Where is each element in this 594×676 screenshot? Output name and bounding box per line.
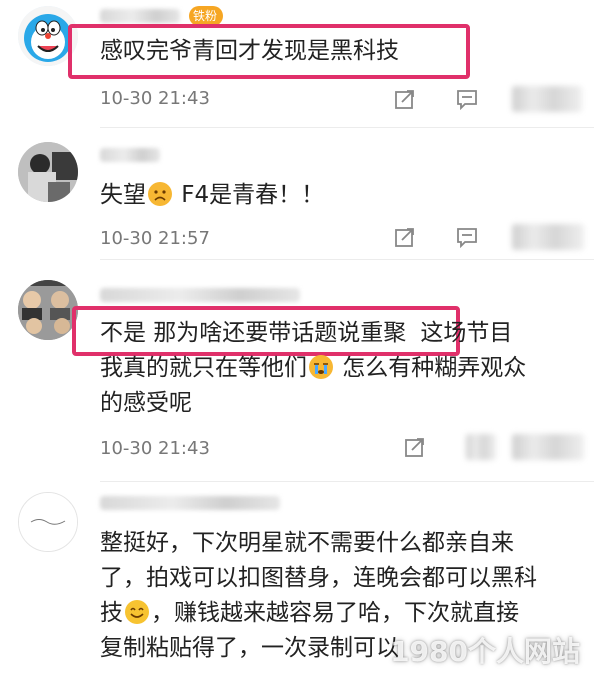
disappointed-emoji-icon bbox=[148, 182, 172, 206]
comment-text: 感叹完爷青回才发现是黑科技 bbox=[100, 38, 399, 64]
comment-count-blurred[interactable] bbox=[466, 434, 496, 460]
comment-icon[interactable] bbox=[456, 88, 478, 110]
comment-text-part: 我真的就只在等他们 bbox=[100, 355, 307, 381]
comment-line: 了，拍戏可以扣图替身，连晚会都可以黑科 bbox=[100, 565, 537, 591]
forward-icon[interactable] bbox=[394, 226, 416, 248]
comment-icon[interactable] bbox=[456, 226, 478, 248]
forward-icon[interactable] bbox=[404, 436, 426, 458]
comment-text-part: 不是 那为啥还要带话题说重聚 bbox=[100, 320, 407, 346]
comment-time: 10-30 21:57 bbox=[100, 228, 210, 249]
username-blurred[interactable] bbox=[100, 9, 180, 23]
comment-text-part: 怎么有种糊弄观众 bbox=[335, 355, 527, 381]
comment-text: 失望 F4是青春！！ bbox=[100, 178, 570, 213]
comment-text-part: F4是青春！！ bbox=[174, 182, 325, 208]
photo-avatar-icon bbox=[18, 142, 78, 202]
comment-1: 铁粉 感叹完爷青回才发现是黑科技 10-30 21:43 bbox=[0, 0, 594, 128]
like-count-blurred[interactable] bbox=[512, 86, 582, 112]
avatar[interactable] bbox=[18, 142, 78, 202]
crying-emoji-icon bbox=[309, 355, 333, 379]
comment-text: 不是 那为啥还要带话题说重聚 这场节目 我真的就只在等他们 怎么有种糊弄观众 的感… bbox=[100, 316, 570, 421]
watermark: 1980个人网站 bbox=[390, 635, 580, 668]
comment-3: 不是 那为啥还要带话题说重聚 这场节目 我真的就只在等他们 怎么有种糊弄观众 的感… bbox=[0, 260, 594, 482]
like-count-blurred[interactable] bbox=[512, 434, 584, 460]
like-count-blurred[interactable] bbox=[512, 224, 584, 250]
comment-2: 失望 F4是青春！！ 10-30 21:57 bbox=[0, 128, 594, 260]
comment-line: 的感受呢 bbox=[100, 390, 192, 416]
group-photo-avatar-icon bbox=[18, 280, 78, 340]
comment-line: 整挺好，下次明星就不需要什么都亲自来 bbox=[100, 530, 514, 556]
comment-text-part: 这场节目 bbox=[420, 320, 513, 346]
avatar[interactable] bbox=[18, 280, 78, 340]
comment-line: 技 ，赚钱越来越容易了哈，下次就直接 bbox=[100, 596, 570, 631]
comment-text-part: 技 bbox=[100, 600, 123, 626]
username-blurred[interactable] bbox=[100, 288, 300, 302]
comment-line: 我真的就只在等他们 怎么有种糊弄观众 bbox=[100, 351, 570, 386]
comment-text-part: ，赚钱越来越容易了哈，下次就直接 bbox=[151, 600, 519, 626]
smile-emoji-icon bbox=[125, 600, 149, 624]
avatar[interactable] bbox=[18, 492, 78, 552]
comment-text-part: 失望 bbox=[100, 182, 146, 208]
text-avatar-icon bbox=[19, 493, 77, 551]
comment-line: 不是 那为啥还要带话题说重聚 这场节目 bbox=[100, 316, 570, 351]
forward-icon[interactable] bbox=[394, 88, 416, 110]
fan-badge: 铁粉 bbox=[189, 6, 224, 26]
comment-4: 整挺好，下次明星就不需要什么都亲自来 了，拍戏可以扣图替身，连晚会都可以黑科 技… bbox=[0, 482, 594, 676]
username-blurred[interactable] bbox=[100, 148, 160, 162]
comment-time: 10-30 21:43 bbox=[100, 88, 210, 109]
username-blurred[interactable] bbox=[100, 496, 280, 510]
comment-time: 10-30 21:43 bbox=[100, 438, 210, 459]
